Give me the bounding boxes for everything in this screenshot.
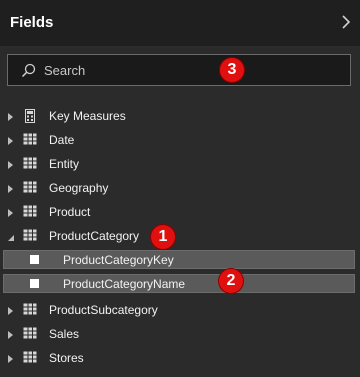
collapse-caret-icon[interactable] (7, 231, 15, 241)
table-label: Product (49, 205, 91, 219)
callout-badge-3: 3 (220, 58, 244, 82)
pane-title: Fields (10, 14, 54, 31)
table-icon (23, 303, 37, 315)
expand-caret-icon[interactable] (7, 111, 15, 121)
table-label: Stores (49, 351, 84, 365)
table-sales[interactable]: Sales (0, 322, 360, 346)
table-product[interactable]: Product (0, 200, 360, 224)
table-label: Geography (49, 181, 109, 195)
field-label: ProductCategoryKey (63, 253, 174, 267)
field-checkbox[interactable] (30, 255, 39, 264)
table-geography[interactable]: Geography (0, 176, 360, 200)
table-icon (23, 205, 37, 217)
field-item[interactable]: ProductCategoryName (3, 274, 355, 293)
expand-caret-icon[interactable] (7, 353, 15, 363)
fields-pane-header: Fields (0, 0, 360, 46)
chevron-right-icon[interactable] (338, 12, 354, 32)
table-label: Entity (49, 157, 80, 171)
expand-caret-icon[interactable] (7, 329, 15, 339)
search-icon (20, 62, 38, 80)
table-productsubcategory[interactable]: ProductSubcategory (0, 298, 360, 322)
expand-caret-icon[interactable] (7, 207, 15, 217)
table-icon (23, 157, 37, 169)
search-box[interactable] (7, 54, 351, 86)
expand-caret-icon[interactable] (7, 305, 15, 315)
table-label: ProductCategory (49, 229, 140, 243)
table-stores[interactable]: Stores (0, 346, 360, 370)
table-label: ProductSubcategory (49, 303, 158, 317)
table-icon (23, 181, 37, 193)
expand-caret-icon[interactable] (7, 183, 15, 193)
table-icon (23, 351, 37, 363)
expand-caret-icon[interactable] (7, 135, 15, 145)
table-label: Date (49, 133, 75, 147)
table-icon (23, 229, 37, 241)
table-label: Sales (49, 327, 80, 341)
table-icon (23, 133, 37, 145)
callout-badge-1: 1 (151, 225, 175, 249)
search-input[interactable] (44, 60, 214, 80)
table-productcategory[interactable]: ProductCategory (0, 224, 360, 248)
table-date[interactable]: Date (0, 128, 360, 152)
table-icon (23, 327, 37, 339)
table-key-measures[interactable]: Key Measures (0, 104, 360, 128)
table-entity[interactable]: Entity (0, 152, 360, 176)
field-checkbox[interactable] (30, 279, 39, 288)
table-label: Key Measures (49, 109, 126, 123)
callout-badge-2: 2 (219, 269, 243, 293)
calculator-icon (23, 109, 37, 123)
field-label: ProductCategoryName (63, 277, 186, 291)
expand-caret-icon[interactable] (7, 159, 15, 169)
field-item[interactable]: ProductCategoryKey (3, 250, 355, 269)
